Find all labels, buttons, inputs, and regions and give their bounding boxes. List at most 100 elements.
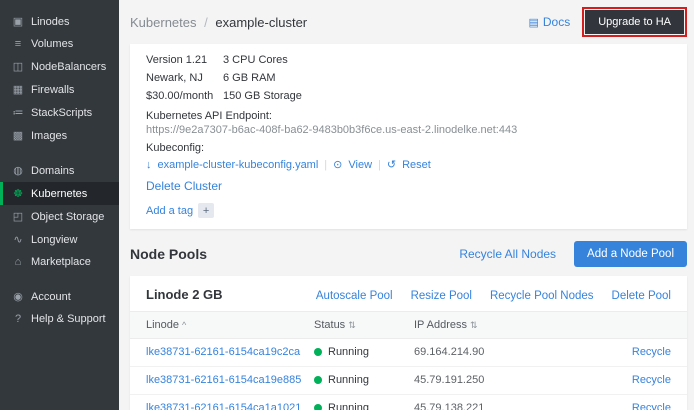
pool-card-header: Linode 2 GB Autoscale Pool Resize Pool R… [130,276,687,311]
divider: | [324,159,327,171]
node-link[interactable]: lke38731-62161-6154ca1a1021 [146,402,301,410]
sort-icon: ⇅ [348,320,356,330]
api-endpoint-label: Kubernetes API Endpoint: [146,110,671,122]
cluster-version: Version 1.21 [146,54,223,66]
node-ip: 45.79.191.250 [414,374,484,386]
column-header-ip-address[interactable]: IP Address⇅ [414,311,574,338]
cluster-price: $30.00/month [146,90,223,102]
sidebar-item-label: Object Storage [31,211,104,223]
nodes-table: Linode^ Status⇅ IP Address⇅ lke38731-621… [130,311,687,410]
column-label: IP Address [414,319,467,331]
sidebar-item-firewalls[interactable]: ▦ Firewalls [0,78,119,101]
marketplace-icon: ⌂ [12,256,24,268]
nodebalancers-icon: ◫ [12,60,24,73]
resize-pool-link[interactable]: Resize Pool [411,290,472,302]
sidebar-item-object-storage[interactable]: ◰ Object Storage [0,205,119,228]
sidebar-item-nodebalancers[interactable]: ◫ NodeBalancers [0,55,119,78]
sidebar-item-label: Images [31,130,67,142]
sidebar: ▣ Linodes ≡ Volumes ◫ NodeBalancers ▦ Fi… [0,0,119,410]
breadcrumb-separator: / [204,15,208,30]
sidebar-item-label: Longview [31,234,77,246]
column-header-status[interactable]: Status⇅ [314,311,414,338]
recycle-node-link[interactable]: Recycle [632,374,671,386]
help-icon: ? [12,313,24,325]
sidebar-item-label: Linodes [31,16,70,28]
sidebar-item-stackscripts[interactable]: ≔ StackScripts [0,101,119,124]
cluster-ram: 6 GB RAM [223,72,276,84]
status-running-icon [314,404,322,410]
kubernetes-icon: ☸ [12,187,24,200]
sidebar-divider [0,147,119,159]
autoscale-pool-link[interactable]: Autoscale Pool [316,290,393,302]
sidebar-divider [0,273,119,285]
sidebar-item-kubernetes[interactable]: ☸ Kubernetes [0,182,119,205]
domains-icon: ◍ [12,164,24,177]
sidebar-item-label: Volumes [31,38,73,50]
node-ip: 69.164.214.90 [414,346,484,358]
sidebar-item-help-support[interactable]: ? Help & Support [0,308,119,330]
delete-cluster-link[interactable]: Delete Cluster [146,179,222,193]
recycle-pool-nodes-link[interactable]: Recycle Pool Nodes [490,290,594,302]
docs-link[interactable]: ▤ Docs [528,15,570,29]
annotation-highlight: Upgrade to HA [582,7,687,37]
table-row: lke38731-62161-6154ca19c2ca Running 69.1… [130,338,687,366]
node-link[interactable]: lke38731-62161-6154ca19e885 [146,374,301,386]
node-pools-title: Node Pools [130,246,459,262]
table-header-row: Linode^ Status⇅ IP Address⇅ [130,311,687,338]
sidebar-item-label: StackScripts [31,107,92,119]
cluster-summary-card: Version 1.21 3 CPU Cores Newark, NJ 6 GB… [130,44,687,229]
sort-asc-icon: ^ [182,320,186,330]
sidebar-item-marketplace[interactable]: ⌂ Marketplace [0,251,119,273]
download-icon: ↓ [146,159,152,171]
add-node-pool-button[interactable]: Add a Node Pool [574,241,687,267]
spec-row: $30.00/month 150 GB Storage [146,90,671,102]
kubeconfig-reset-link[interactable]: Reset [402,159,431,171]
sidebar-item-label: Firewalls [31,84,74,96]
kubeconfig-download-link[interactable]: example-cluster-kubeconfig.yaml [158,159,319,171]
kubeconfig-view-link[interactable]: View [348,159,372,171]
status-label: Running [328,374,369,386]
column-header-linode[interactable]: Linode^ [130,311,314,338]
breadcrumb-root[interactable]: Kubernetes [130,15,197,30]
add-tag-label: Add a tag [146,205,193,217]
sidebar-item-label: Kubernetes [31,188,87,200]
divider: | [378,159,381,171]
recycle-all-nodes-link[interactable]: Recycle All Nodes [459,247,556,261]
delete-pool-link[interactable]: Delete Pool [612,290,671,302]
pool-name: Linode 2 GB [146,287,298,302]
account-icon: ◉ [12,290,24,303]
sidebar-item-label: Account [31,291,71,303]
cluster-cpu: 3 CPU Cores [223,54,288,66]
breadcrumb: Kubernetes / example-cluster [130,15,528,30]
table-row: lke38731-62161-6154ca1a1021 Running 45.7… [130,394,687,410]
api-endpoint-value: https://9e2a7307-b6ac-408f-ba62-9483b0b3… [146,124,671,136]
status-badge: Running [314,374,369,386]
sidebar-item-images[interactable]: ▩ Images [0,124,119,147]
sidebar-item-linodes[interactable]: ▣ Linodes [0,10,119,33]
linodes-icon: ▣ [12,15,24,28]
sidebar-item-label: Domains [31,165,74,177]
sidebar-item-domains[interactable]: ◍ Domains [0,159,119,182]
status-running-icon [314,376,322,384]
recycle-node-link[interactable]: Recycle [632,402,671,410]
node-pool-card: Linode 2 GB Autoscale Pool Resize Pool R… [130,276,687,410]
node-link[interactable]: lke38731-62161-6154ca19c2ca [146,346,300,358]
status-badge: Running [314,402,369,410]
sidebar-item-label: NodeBalancers [31,61,106,73]
sidebar-item-volumes[interactable]: ≡ Volumes [0,33,119,55]
sidebar-item-longview[interactable]: ∿ Longview [0,228,119,251]
sidebar-item-account[interactable]: ◉ Account [0,285,119,308]
images-icon: ▩ [12,129,24,142]
view-icon: ⊙ [333,158,342,171]
upgrade-to-ha-button[interactable]: Upgrade to HA [585,10,684,34]
sort-icon: ⇅ [470,320,478,330]
add-tag-button[interactable]: Add a tag + [146,203,214,218]
docs-label: Docs [543,15,570,29]
object-storage-icon: ◰ [12,210,24,223]
plus-icon: + [198,203,214,218]
recycle-node-link[interactable]: Recycle [632,346,671,358]
spec-row: Version 1.21 3 CPU Cores [146,54,671,66]
column-label: Status [314,319,345,331]
longview-icon: ∿ [12,233,24,246]
table-row: lke38731-62161-6154ca19e885 Running 45.7… [130,366,687,394]
